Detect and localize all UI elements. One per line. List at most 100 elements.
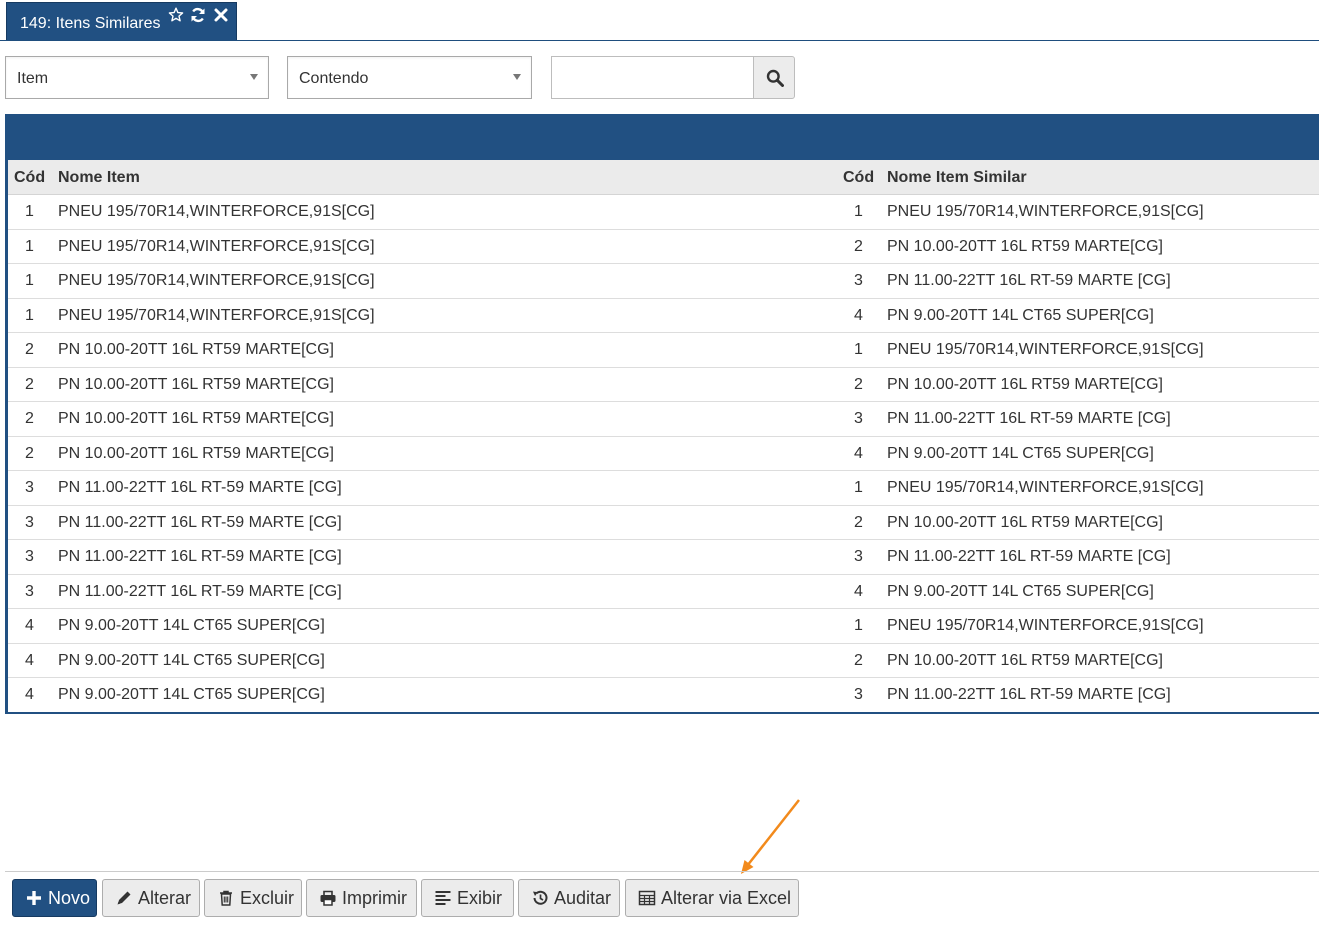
cell-item-code: 4	[25, 686, 34, 703]
cell-similar-name: PN 9.00-20TT 14L CT65 SUPER[CG]	[887, 444, 1154, 462]
cell-item-code: 2	[25, 341, 34, 358]
cell-similar-name: PNEU 195/70R14,WINTERFORCE,91S[CG]	[887, 617, 1204, 634]
audit-button-label: Auditar	[554, 887, 612, 908]
trash-icon	[217, 889, 235, 907]
table-row[interactable]: 3 PN 11.00-22TT 16L RT-59 MARTE [CG] 3 PN 1…	[8, 540, 1319, 575]
table-row[interactable]: 2 PN 10.00-20TT 16L RT59 MARTE[CG] 2 PN 10.…	[8, 368, 1319, 402]
chevron-down-icon	[513, 74, 521, 80]
cell-item-name: PN 10.00-20TT 16L RT59 MARTE[CG]	[58, 410, 334, 427]
cell-item-code: 2	[25, 410, 34, 427]
edit-via-excel-button[interactable]: Alterar via Excel	[625, 879, 799, 917]
table-row[interactable]: 1 PNEU 195/70R14,WINTERFORCE,91S[CG] 2 PN 1…	[8, 230, 1319, 264]
cell-item-code: 2	[25, 444, 34, 462]
column-header-item-name[interactable]: Nome Item	[58, 169, 140, 187]
cell-similar-code: 3	[854, 410, 863, 427]
toolbar-divider	[5, 871, 1319, 872]
cell-item-code: 1	[25, 306, 34, 324]
print-button-label: Imprimir	[342, 887, 407, 908]
audit-button[interactable]: Auditar	[518, 879, 620, 917]
edit-via-excel-button-label: Alterar via Excel	[661, 887, 792, 908]
align-left-icon	[434, 889, 452, 907]
search-icon	[766, 69, 784, 87]
cell-item-name: PN 10.00-20TT 16L RT59 MARTE[CG]	[58, 375, 334, 393]
table-row[interactable]: 4 PN 9.00-20TT 14L CT65 SUPER[CG] 2 PN 10.0…	[8, 644, 1319, 678]
delete-button[interactable]: Excluir	[204, 879, 302, 917]
pencil-icon	[115, 889, 133, 907]
cell-item-name: PNEU 195/70R14,WINTERFORCE,91S[CG]	[58, 203, 375, 220]
cell-item-name: PNEU 195/70R14,WINTERFORCE,91S[CG]	[58, 272, 375, 289]
cell-similar-name: PN 11.00-22TT 16L RT-59 MARTE [CG]	[887, 410, 1171, 427]
cell-similar-code: 4	[854, 306, 863, 324]
table-row[interactable]: 1 PNEU 195/70R14,WINTERFORCE,91S[CG] 1 PNEU…	[8, 195, 1319, 230]
cell-item-name: PN 11.00-22TT 16L RT-59 MARTE [CG]	[58, 479, 342, 496]
print-button[interactable]: Imprimir	[306, 879, 417, 917]
cell-item-code: 3	[25, 479, 34, 496]
cell-item-name: PN 11.00-22TT 16L RT-59 MARTE [CG]	[58, 513, 342, 531]
field-select-value: Item	[17, 70, 49, 87]
cell-item-name: PNEU 195/70R14,WINTERFORCE,91S[CG]	[58, 237, 375, 255]
star-icon[interactable]	[168, 7, 184, 23]
column-header-similar-code[interactable]: Cód	[843, 169, 874, 187]
cell-item-code: 1	[25, 272, 34, 289]
cell-similar-name: PN 9.00-20TT 14L CT65 SUPER[CG]	[887, 306, 1154, 324]
cell-similar-code: 1	[854, 341, 863, 358]
cell-item-code: 4	[25, 617, 34, 634]
column-header-similar-name[interactable]: Nome Item Similar	[887, 169, 1027, 187]
search-button[interactable]	[753, 56, 795, 99]
cell-item-name: PN 10.00-20TT 16L RT59 MARTE[CG]	[58, 341, 334, 358]
close-icon[interactable]	[213, 7, 229, 23]
cell-similar-code: 1	[854, 479, 863, 496]
table-row[interactable]: 4 PN 9.00-20TT 14L CT65 SUPER[CG] 3 PN 11.0…	[8, 678, 1319, 713]
chevron-down-icon	[250, 74, 258, 80]
cell-similar-code: 2	[854, 375, 863, 393]
cell-similar-code: 2	[854, 513, 863, 531]
annotation-arrow	[741, 799, 800, 874]
grid-header: Cód Nome Item Cód Nome Item Similar	[8, 160, 1319, 195]
table-row[interactable]: 2 PN 10.00-20TT 16L RT59 MARTE[CG] 4 PN 9.0…	[8, 437, 1319, 471]
cell-similar-name: PN 10.00-20TT 16L RT59 MARTE[CG]	[887, 651, 1163, 669]
table-row[interactable]: 4 PN 9.00-20TT 14L CT65 SUPER[CG] 1 PNEU 19…	[8, 609, 1319, 644]
search-input[interactable]	[551, 56, 754, 99]
cell-similar-name: PN 10.00-20TT 16L RT59 MARTE[CG]	[887, 375, 1163, 393]
tab-itens-similares[interactable]: 149: Itens Similares	[6, 2, 237, 40]
grid-title-bar	[5, 114, 1319, 160]
table-row[interactable]: 3 PN 11.00-22TT 16L RT-59 MARTE [CG] 2 PN 1…	[8, 506, 1319, 540]
items-grid: Cód Nome Item Cód Nome Item Similar 1 PNE…	[5, 114, 1319, 714]
cell-similar-code: 1	[854, 617, 863, 634]
tab-title: 149: Itens Similares	[20, 15, 161, 32]
cell-similar-code: 3	[854, 686, 863, 703]
cell-similar-code: 2	[854, 651, 863, 669]
cell-similar-code: 2	[854, 237, 863, 255]
edit-button-label: Alterar	[138, 887, 192, 908]
cell-similar-name: PN 11.00-22TT 16L RT-59 MARTE [CG]	[887, 548, 1171, 565]
table-row[interactable]: 2 PN 10.00-20TT 16L RT59 MARTE[CG] 1 PNEU 1…	[8, 333, 1319, 368]
cell-similar-code: 1	[854, 203, 863, 220]
cell-similar-name: PN 10.00-20TT 16L RT59 MARTE[CG]	[887, 513, 1163, 531]
history-icon	[531, 889, 549, 907]
operator-select[interactable]: Contendo	[287, 56, 532, 99]
table-row[interactable]: 3 PN 11.00-22TT 16L RT-59 MARTE [CG] 1 PNEU…	[8, 471, 1319, 506]
field-select[interactable]: Item	[5, 56, 269, 99]
cell-similar-code: 3	[854, 272, 863, 289]
cell-similar-name: PN 10.00-20TT 16L RT59 MARTE[CG]	[887, 237, 1163, 255]
view-button[interactable]: Exibir	[421, 879, 514, 917]
table-row[interactable]: 2 PN 10.00-20TT 16L RT59 MARTE[CG] 3 PN 11.…	[8, 402, 1319, 437]
table-row[interactable]: 1 PNEU 195/70R14,WINTERFORCE,91S[CG] 3 PN 1…	[8, 264, 1319, 299]
column-header-code[interactable]: Cód	[14, 169, 45, 187]
edit-button[interactable]: Alterar	[102, 879, 200, 917]
cell-similar-name: PN 11.00-22TT 16L RT-59 MARTE [CG]	[887, 272, 1171, 289]
table-row[interactable]: 1 PNEU 195/70R14,WINTERFORCE,91S[CG] 4 PN 9…	[8, 299, 1319, 333]
table-row[interactable]: 3 PN 11.00-22TT 16L RT-59 MARTE [CG] 4 PN 9…	[8, 575, 1319, 609]
grid-rows: 1 PNEU 195/70R14,WINTERFORCE,91S[CG] 1 PNEU…	[8, 195, 1319, 713]
cell-similar-name: PNEU 195/70R14,WINTERFORCE,91S[CG]	[887, 341, 1204, 358]
cell-item-name: PN 9.00-20TT 14L CT65 SUPER[CG]	[58, 686, 325, 703]
cell-item-name: PN 9.00-20TT 14L CT65 SUPER[CG]	[58, 651, 325, 669]
tab-strip: 149: Itens Similares	[0, 0, 1319, 41]
refresh-icon[interactable]	[190, 7, 206, 23]
new-button[interactable]: Novo	[12, 879, 97, 917]
operator-select-value: Contendo	[299, 70, 369, 87]
cell-item-code: 3	[25, 548, 34, 565]
cell-item-code: 4	[25, 651, 34, 669]
cell-item-code: 3	[25, 582, 34, 600]
print-icon	[319, 889, 337, 907]
